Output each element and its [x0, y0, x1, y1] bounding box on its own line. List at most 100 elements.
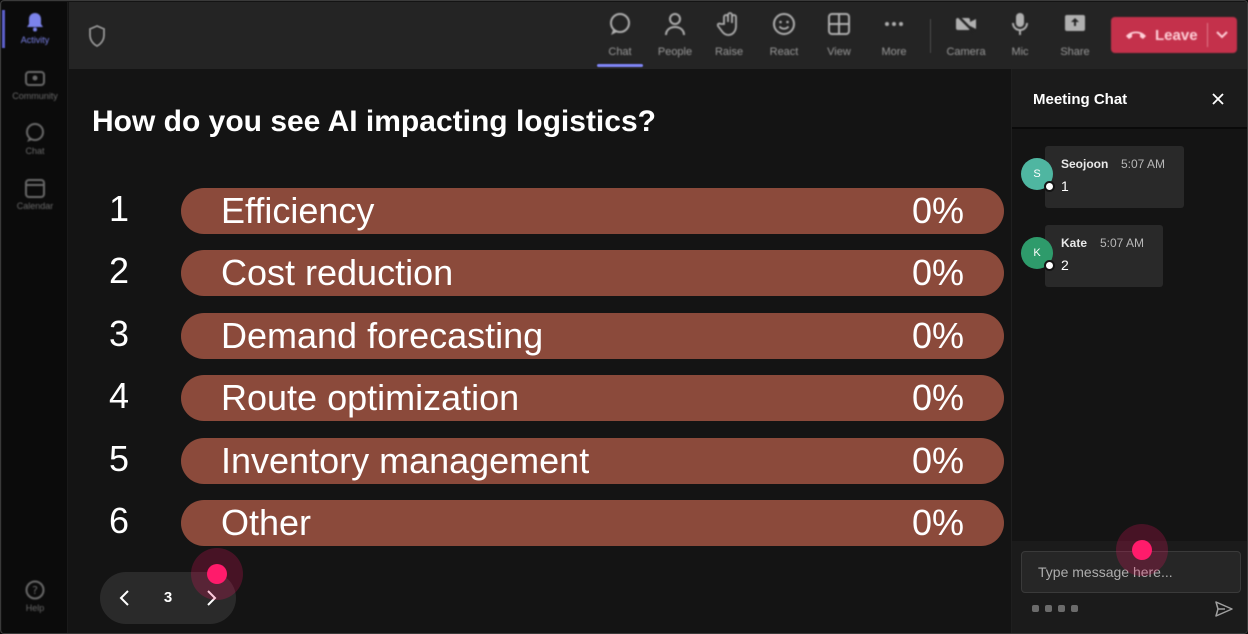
poll-panel: How do you see AI impacting logistics? 1… — [69, 69, 1010, 633]
rail-item-calendar[interactable]: Calendar — [2, 178, 68, 228]
toolbar-button-label: Mic — [1011, 46, 1029, 58]
raise-hand-icon — [717, 12, 741, 36]
camera-off-icon — [954, 12, 978, 36]
people-icon — [663, 12, 687, 36]
svg-text:?: ? — [32, 584, 38, 597]
active-tab-indicator — [597, 64, 643, 67]
more-icon — [882, 12, 906, 36]
toolbar-mic-button[interactable]: Mic — [994, 12, 1046, 64]
option-percent: 0% — [911, 315, 964, 356]
rail-item-label: Community — [12, 91, 58, 101]
option-percent: 0% — [911, 190, 964, 231]
option-percent: 0% — [911, 440, 964, 481]
leave-divider — [1207, 23, 1208, 47]
mic-icon — [1008, 12, 1032, 36]
toolbar-camera-button[interactable]: Camera — [940, 12, 992, 64]
app-window: Activity Community Chat Calendar ? Help — [0, 0, 1248, 634]
community-icon — [25, 68, 45, 88]
message-time: 5:07 AM — [1100, 236, 1145, 250]
toolbar-button-label: Share — [1060, 46, 1090, 58]
message-text: 1 — [1061, 178, 1069, 194]
shield-icon — [87, 24, 107, 48]
poll-option-bar: Inventory management 0% — [181, 438, 1004, 484]
chat-icon — [608, 12, 632, 36]
meeting-chat-panel: Meeting Chat Seojoon 5:07 AM 1 S Kate 5:… — [1011, 69, 1247, 633]
message-bubble: Kate 5:07 AM 2 — [1045, 225, 1163, 287]
poll-question: How do you see AI impacting logistics? — [92, 105, 656, 138]
rail-item-community[interactable]: Community — [2, 68, 68, 118]
rail-item-label: Chat — [25, 146, 45, 156]
toolbar-view-button[interactable]: View — [813, 12, 865, 64]
toolbar-button-label: View — [827, 46, 851, 58]
presence-indicator — [1044, 260, 1055, 271]
chat-header: Meeting Chat — [1012, 69, 1247, 129]
send-icon[interactable] — [1214, 599, 1234, 619]
message-bubble: Seojoon 5:07 AM 1 — [1045, 146, 1184, 208]
option-label: Cost reduction — [221, 252, 454, 293]
message-author: Seojoon — [1061, 157, 1109, 171]
rail-item-label: Activity — [20, 35, 50, 45]
option-number: 3 — [108, 313, 130, 354]
close-icon[interactable] — [1210, 91, 1226, 107]
poll-option-bar: Other 0% — [181, 500, 1004, 546]
format-icon[interactable] — [1032, 605, 1039, 612]
share-icon — [1063, 12, 1087, 36]
rail-item-label: Help — [25, 603, 45, 613]
toolbar-separator — [930, 19, 931, 53]
chevron-left-icon[interactable] — [114, 587, 136, 609]
help-icon: ? — [25, 580, 45, 600]
poll-option-bar: Cost reduction 0% — [181, 250, 1004, 296]
option-label: Inventory management — [221, 440, 590, 481]
poll-option-bar: Demand forecasting 0% — [181, 313, 1004, 359]
rail-item-activity[interactable]: Activity — [2, 12, 68, 62]
toolbar-button-label: People — [657, 46, 693, 58]
react-icon — [772, 12, 796, 36]
chevron-down-icon[interactable] — [1215, 27, 1229, 41]
toolbar-people-button[interactable]: People — [649, 12, 701, 64]
message-text: 2 — [1061, 257, 1069, 273]
emoji-icon[interactable] — [1058, 605, 1065, 612]
toolbar-button-label: More — [881, 46, 907, 58]
attach-icon[interactable] — [1045, 605, 1052, 612]
click-indicator — [1116, 524, 1168, 576]
poll-option-bar: Route optimization 0% — [181, 375, 1004, 421]
presence-indicator — [1044, 181, 1055, 192]
leave-button[interactable]: Leave — [1111, 17, 1237, 53]
toolbar-button-label: React — [769, 46, 799, 58]
option-label: Route optimization — [221, 377, 520, 418]
toolbar-chat-button[interactable]: Chat — [594, 12, 646, 64]
message-author: Kate — [1061, 236, 1088, 250]
toolbar-button-label: Chat — [608, 46, 632, 58]
hang-up-icon — [1125, 28, 1147, 42]
chat-icon — [25, 123, 45, 143]
option-number: 2 — [108, 250, 130, 291]
rail-item-chat[interactable]: Chat — [2, 123, 68, 173]
leave-button-label: Leave — [1155, 26, 1198, 44]
option-percent: 0% — [911, 252, 964, 293]
rail-item-label: Calendar — [16, 201, 54, 211]
rail-item-help[interactable]: ? Help — [2, 580, 68, 630]
option-label: Demand forecasting — [221, 315, 544, 356]
toolbar-raise-button[interactable]: Raise — [703, 12, 755, 64]
toolbar-more-button[interactable]: More — [868, 12, 920, 64]
meeting-toolbar: Chat People Raise React View More Camera… — [69, 2, 1247, 69]
option-label: Other — [221, 502, 312, 543]
toolbar-react-button[interactable]: React — [758, 12, 810, 64]
format-toolbar — [1032, 605, 1078, 612]
click-indicator — [191, 548, 243, 600]
option-number: 1 — [108, 188, 130, 229]
calendar-icon — [25, 178, 45, 198]
option-percent: 0% — [911, 377, 964, 418]
bell-icon — [25, 12, 45, 32]
chat-title: Meeting Chat — [1033, 91, 1128, 108]
option-number: 4 — [108, 375, 130, 416]
option-label: Efficiency — [221, 190, 375, 231]
option-number: 5 — [108, 438, 130, 479]
toolbar-button-label: Raise — [714, 46, 744, 58]
option-number: 6 — [108, 500, 130, 541]
option-percent: 0% — [911, 502, 964, 543]
toolbar-share-button[interactable]: Share — [1049, 12, 1101, 64]
gif-icon[interactable] — [1071, 605, 1078, 612]
message-time: 5:07 AM — [1121, 157, 1166, 171]
left-rail: Activity Community Chat Calendar ? Help — [2, 2, 68, 633]
